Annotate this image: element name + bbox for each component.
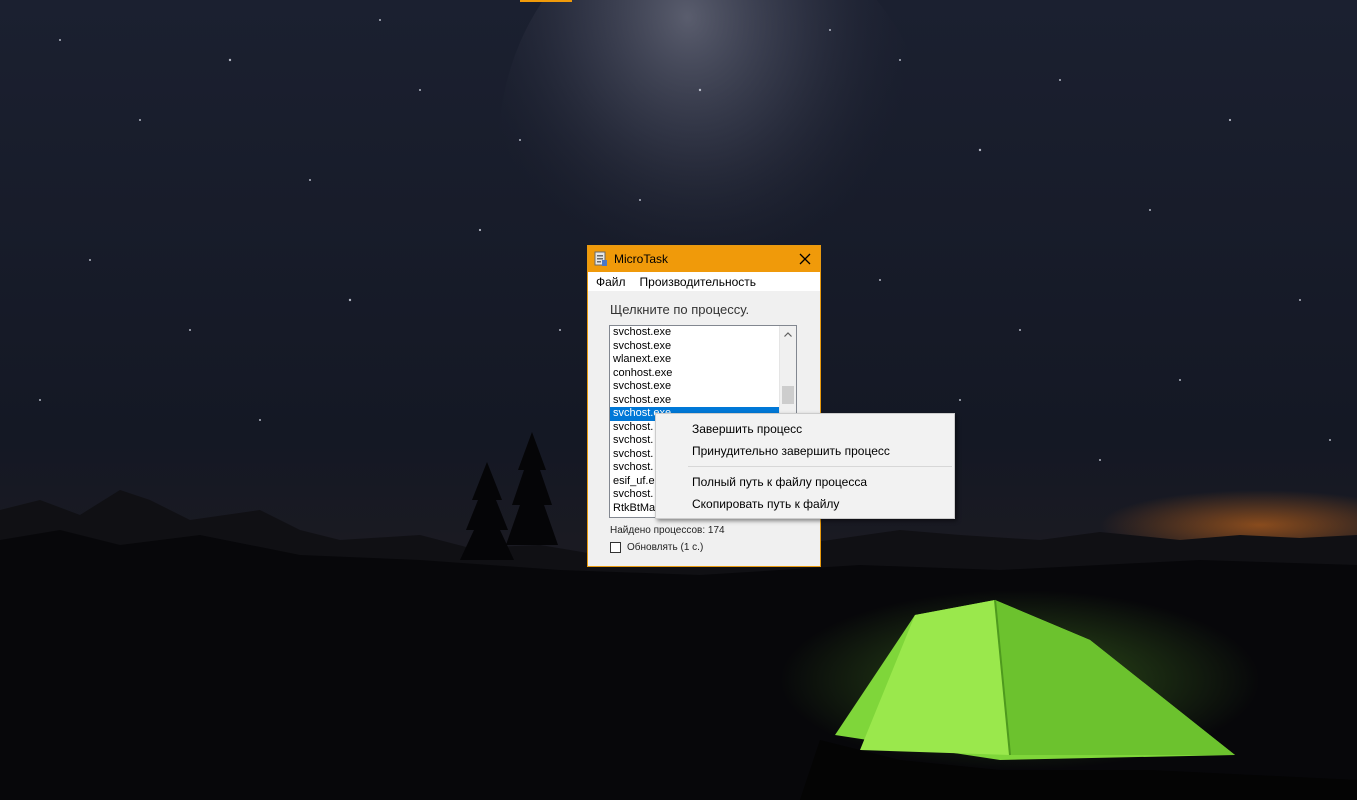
list-item[interactable]: svchost.exe — [610, 340, 779, 354]
close-icon — [799, 253, 811, 265]
close-button[interactable] — [790, 246, 820, 272]
list-item[interactable]: conhost.exe — [610, 367, 779, 381]
list-item[interactable]: svchost.exe — [610, 326, 779, 340]
refresh-label: Обновлять (1 с.) — [627, 542, 704, 553]
list-item[interactable]: svchost.exe — [610, 380, 779, 394]
list-item[interactable]: svchost.exe — [610, 394, 779, 408]
menu-separator — [688, 466, 952, 467]
taskbar-highlight — [520, 0, 572, 2]
list-item[interactable]: wlanext.exe — [610, 353, 779, 367]
title-bar[interactable]: MicroTask — [588, 246, 820, 272]
menu-full-path[interactable]: Полный путь к файлу процесса — [656, 471, 954, 493]
process-count: Найдено процессов: 174 — [610, 525, 725, 536]
app-icon — [594, 251, 607, 266]
menu-force-end-process[interactable]: Принудительно завершить процесс — [656, 440, 954, 462]
menu-copy-path[interactable]: Скопировать путь к файлу — [656, 493, 954, 515]
chevron-up-icon — [784, 331, 792, 337]
refresh-checkbox[interactable] — [610, 542, 621, 553]
refresh-option[interactable]: Обновлять (1 с.) — [610, 542, 703, 553]
menu-file[interactable]: Файл — [588, 275, 633, 289]
scroll-thumb[interactable] — [782, 386, 794, 404]
context-menu: Завершить процесс Принудительно завершит… — [655, 413, 955, 519]
scroll-up-button[interactable] — [780, 326, 796, 342]
menu-bar: Файл Производительность — [588, 272, 820, 291]
menu-end-process[interactable]: Завершить процесс — [656, 418, 954, 440]
menu-performance[interactable]: Производительность — [633, 275, 763, 289]
instruction-label: Щелкните по процессу. — [610, 302, 750, 317]
window-title: MicroTask — [614, 252, 669, 266]
